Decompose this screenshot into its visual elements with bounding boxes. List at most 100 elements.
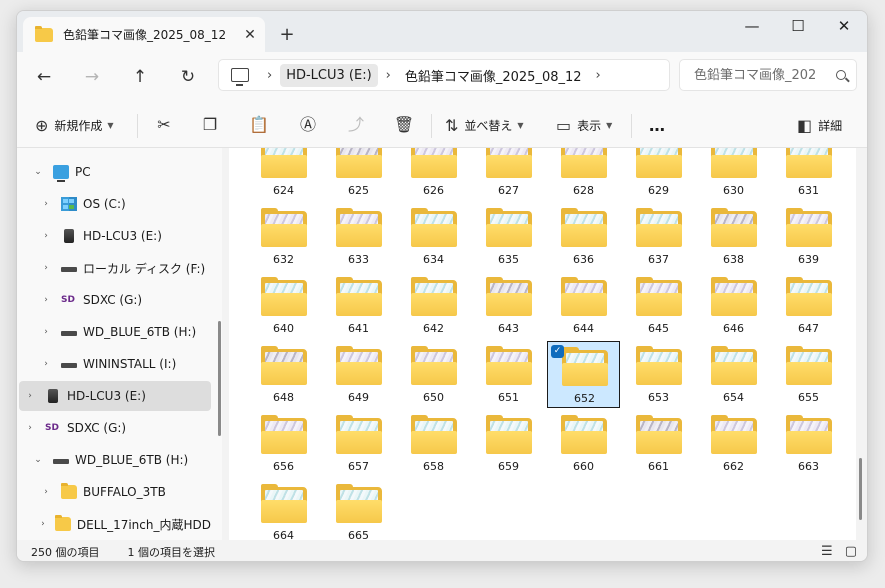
folder-item[interactable]: 629 bbox=[622, 148, 695, 201]
refresh-button[interactable]: ↻ bbox=[174, 65, 202, 89]
chevron-right-icon[interactable]: › bbox=[39, 295, 53, 305]
folder-item[interactable]: 644 bbox=[547, 272, 620, 339]
folder-item[interactable]: 624 bbox=[247, 148, 320, 201]
folder-item[interactable]: 638 bbox=[697, 203, 770, 270]
nav-scrollbar[interactable] bbox=[218, 321, 221, 436]
sidebar-item[interactable]: › HD-LCU3 (E:) bbox=[19, 221, 211, 251]
folder-item[interactable]: 657 bbox=[322, 410, 395, 477]
sidebar-item[interactable]: › OS (C:) bbox=[19, 189, 211, 219]
folder-item[interactable]: 642 bbox=[397, 272, 470, 339]
folder-item[interactable]: 639 bbox=[772, 203, 845, 270]
breadcrumb-folder[interactable]: 色鉛筆コマ画像_2025_08_12 bbox=[399, 62, 588, 89]
copy-icon[interactable]: ❐ bbox=[197, 114, 223, 136]
folder-item[interactable]: 658 bbox=[397, 410, 470, 477]
folder-item[interactable]: 650 bbox=[397, 341, 470, 408]
chevron-right-icon[interactable]: › bbox=[39, 263, 53, 273]
folder-item[interactable]: 655 bbox=[772, 341, 845, 408]
checkbox-checked-icon[interactable]: ✓ bbox=[551, 345, 564, 358]
sidebar-item[interactable]: › ローカル ディスク (F:) bbox=[19, 253, 211, 283]
forward-button[interactable]: → bbox=[78, 65, 106, 89]
large-icons-view-icon[interactable]: ▢ bbox=[845, 544, 857, 559]
search-icon[interactable] bbox=[836, 70, 846, 80]
tab-current[interactable]: 色鉛筆コマ画像_2025_08_12 ✕ bbox=[23, 17, 265, 52]
rename-icon[interactable]: Ⓐ bbox=[295, 114, 321, 136]
content-scrollbar[interactable] bbox=[859, 458, 862, 520]
folder-item[interactable]: 654 bbox=[697, 341, 770, 408]
folder-item[interactable]: 653 bbox=[622, 341, 695, 408]
search-input[interactable] bbox=[694, 67, 832, 83]
sidebar-item[interactable]: › WD_BLUE_6TB (H:) bbox=[19, 317, 211, 347]
folder-item[interactable]: 636 bbox=[547, 203, 620, 270]
chevron-down-icon[interactable]: ⌄ bbox=[31, 455, 45, 465]
tab-close-icon[interactable]: ✕ bbox=[235, 27, 265, 43]
paste-icon[interactable]: 📋 bbox=[246, 114, 272, 136]
breadcrumb-separator[interactable]: › bbox=[596, 68, 601, 83]
maximize-button[interactable]: ☐ bbox=[775, 11, 821, 43]
folder-item[interactable]: 662 bbox=[697, 410, 770, 477]
chevron-right-icon[interactable]: › bbox=[39, 487, 53, 497]
folder-item[interactable]: 627 bbox=[472, 148, 545, 201]
chevron-right-icon[interactable]: › bbox=[39, 519, 47, 529]
folder-item[interactable]: 641 bbox=[322, 272, 395, 339]
chevron-right-icon[interactable]: › bbox=[39, 231, 53, 241]
folder-item[interactable]: 633 bbox=[322, 203, 395, 270]
sidebar-item[interactable]: › BUFFALO_3TB bbox=[19, 477, 211, 507]
chevron-right-icon[interactable]: › bbox=[39, 199, 53, 209]
breadcrumb-separator[interactable]: › bbox=[267, 68, 272, 83]
share-icon[interactable]: ⤴ bbox=[343, 114, 369, 136]
folder-item[interactable]: 631 bbox=[772, 148, 845, 201]
folder-item[interactable]: 649 bbox=[322, 341, 395, 408]
folder-item[interactable]: 651 bbox=[472, 341, 545, 408]
sidebar-item[interactable]: › WININSTALL (I:) bbox=[19, 349, 211, 379]
sort-button[interactable]: ⇅ 並べ替え ▼ bbox=[445, 111, 524, 139]
sidebar-item[interactable]: ⌄ PC bbox=[19, 157, 211, 187]
folder-item[interactable]: 652 ✓ bbox=[547, 341, 620, 408]
folder-item[interactable]: 635 bbox=[472, 203, 545, 270]
folder-item[interactable]: 634 bbox=[397, 203, 470, 270]
cut-icon[interactable]: ✂ bbox=[151, 114, 177, 136]
folder-item[interactable]: 630 bbox=[697, 148, 770, 201]
new-button[interactable]: ⊕ 新規作成 ▼ bbox=[35, 111, 114, 139]
chevron-right-icon[interactable]: › bbox=[23, 423, 37, 433]
chevron-right-icon[interactable]: › bbox=[23, 391, 37, 401]
breadcrumb-drive[interactable]: HD-LCU3 (E:) bbox=[280, 63, 378, 87]
folder-item[interactable]: 626 bbox=[397, 148, 470, 201]
chevron-right-icon[interactable]: › bbox=[39, 327, 53, 337]
minimize-button[interactable]: — bbox=[729, 11, 775, 43]
folder-item[interactable]: 628 bbox=[547, 148, 620, 201]
folder-item[interactable]: 632 bbox=[247, 203, 320, 270]
sidebar-item[interactable]: › SD SDXC (G:) bbox=[19, 285, 211, 315]
sidebar-item[interactable]: › SD SDXC (G:) bbox=[19, 413, 211, 443]
chevron-right-icon[interactable]: › bbox=[39, 359, 53, 369]
folder-item[interactable]: 647 bbox=[772, 272, 845, 339]
folder-item[interactable]: 637 bbox=[622, 203, 695, 270]
chevron-down-icon[interactable]: ⌄ bbox=[31, 167, 45, 177]
folder-item[interactable]: 660 bbox=[547, 410, 620, 477]
folder-item[interactable]: 656 bbox=[247, 410, 320, 477]
search-box[interactable] bbox=[679, 59, 857, 91]
back-button[interactable]: ← bbox=[30, 65, 58, 89]
folder-item[interactable]: 664 bbox=[247, 479, 320, 540]
more-options-button[interactable]: … bbox=[649, 111, 665, 139]
details-view-icon[interactable]: ☰ bbox=[821, 544, 833, 559]
details-pane-button[interactable]: ◧ 詳細 bbox=[797, 111, 842, 139]
folder-item[interactable]: 646 bbox=[697, 272, 770, 339]
folder-item[interactable]: 648 bbox=[247, 341, 320, 408]
sidebar-item[interactable]: › HD-LCU3 (E:) bbox=[19, 381, 211, 411]
new-tab-button[interactable]: + bbox=[275, 23, 299, 47]
address-bar[interactable]: › HD-LCU3 (E:) › 色鉛筆コマ画像_2025_08_12 › bbox=[218, 59, 670, 91]
view-button[interactable]: ▭ 表示 ▼ bbox=[556, 111, 612, 139]
close-window-button[interactable]: ✕ bbox=[821, 11, 867, 43]
sidebar-item[interactable]: ⌄ WD_BLUE_6TB (H:) bbox=[19, 445, 211, 475]
folder-item[interactable]: 661 bbox=[622, 410, 695, 477]
folder-item[interactable]: 659 bbox=[472, 410, 545, 477]
folder-item[interactable]: 640 bbox=[247, 272, 320, 339]
sidebar-item[interactable]: › DELL_17inch_内蔵HDD bbox=[19, 509, 211, 539]
folder-item[interactable]: 643 bbox=[472, 272, 545, 339]
folder-item[interactable]: 645 bbox=[622, 272, 695, 339]
breadcrumb-separator[interactable]: › bbox=[386, 68, 391, 83]
folder-item[interactable]: 625 bbox=[322, 148, 395, 201]
folder-item[interactable]: 665 bbox=[322, 479, 395, 540]
delete-icon[interactable]: 🗑 bbox=[391, 114, 417, 136]
folder-item[interactable]: 663 bbox=[772, 410, 845, 477]
